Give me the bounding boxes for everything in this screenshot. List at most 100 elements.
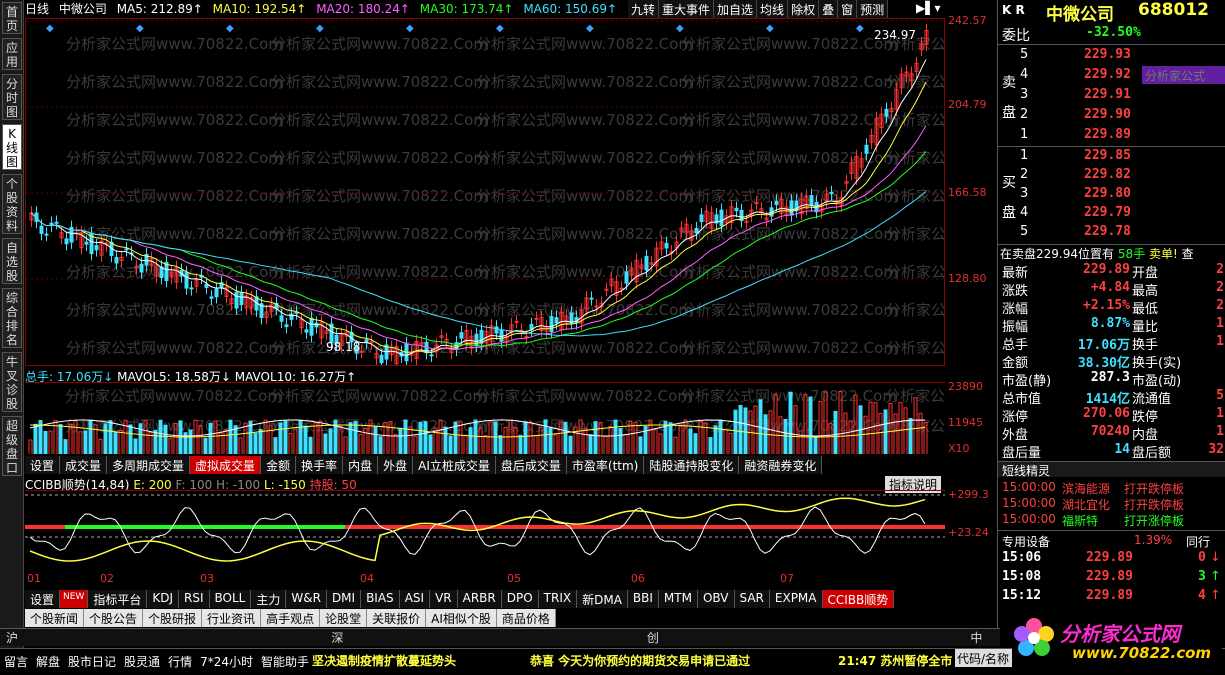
- tool-button-7[interactable]: 预测: [857, 0, 889, 18]
- tabrow2-item-2[interactable]: 指标平台: [88, 590, 148, 608]
- tabrow2-item-3[interactable]: KDJ: [147, 590, 180, 608]
- volume-bar: [158, 419, 163, 454]
- peer-button[interactable]: 同行: [1186, 533, 1210, 550]
- tabrow2-item-13[interactable]: DPO: [501, 590, 539, 608]
- status-item-0[interactable]: 留言: [0, 653, 32, 670]
- left-tab-8[interactable]: 超级盘口: [2, 416, 22, 476]
- tool-button-4[interactable]: 除权: [788, 0, 820, 18]
- code-search-input[interactable]: 代码/名称: [955, 649, 1015, 667]
- tabrow2-item-4[interactable]: RSI: [179, 590, 210, 608]
- notice-ticker[interactable]: 恭喜 今天为你预约的期货交易申请已通过: [530, 652, 750, 669]
- tabrow2-item-11[interactable]: VR: [430, 590, 458, 608]
- index-cy[interactable]: 创: [641, 629, 964, 646]
- tabrow3-item-5[interactable]: 论股堂: [320, 609, 368, 627]
- index-sh[interactable]: 沪: [0, 629, 325, 646]
- period-label[interactable]: 日线: [25, 2, 49, 16]
- tabrow2-item-17[interactable]: MTM: [658, 590, 698, 608]
- volume-chart[interactable]: 分析家公式网www.70822.Com分析家公式网www.70822.Com分析…: [25, 382, 945, 454]
- sell-row[interactable]: 4 229.92 分析家公式: [1020, 66, 1225, 86]
- index-sz[interactable]: 深: [325, 629, 641, 646]
- left-tab-6[interactable]: 综合排名: [2, 288, 22, 348]
- tabrow2-item-9[interactable]: BIAS: [361, 590, 400, 608]
- tabrow1-item-10[interactable]: 市盈率(ttm): [566, 456, 645, 474]
- tabrow1-item-9[interactable]: 盘后成交量: [495, 456, 567, 474]
- tool-button-5[interactable]: 叠: [819, 0, 839, 18]
- tabrow3-item-2[interactable]: 个股研报: [143, 609, 203, 627]
- news-ticker[interactable]: 坚决遏制疫情扩散蔓延势头: [312, 652, 456, 669]
- buy-row[interactable]: 5 229.78: [1020, 223, 1225, 243]
- tabrow3-item-0[interactable]: 个股新闻: [25, 609, 85, 627]
- tabrow1-item-12[interactable]: 融资融券变化: [739, 456, 823, 474]
- tabrow1-item-1[interactable]: 成交量: [60, 456, 108, 474]
- status-item-5[interactable]: 7*24小时: [196, 653, 257, 670]
- kline-chart[interactable]: 分析家公式网www.70822.Com分析家公式网www.70822.Com分析…: [25, 18, 945, 366]
- tabrow1-item-3[interactable]: 虚拟成交量: [190, 456, 262, 474]
- tabrow3-item-8[interactable]: 商品价格: [496, 609, 556, 627]
- volume-bar: [298, 419, 303, 454]
- buy-row[interactable]: 4 229.79: [1020, 204, 1225, 224]
- left-tab-3[interactable]: K线图: [2, 124, 22, 170]
- tabrow2-item-6[interactable]: 主力: [251, 590, 287, 608]
- tabrow2-item-20[interactable]: EXPMA: [769, 590, 823, 608]
- candle-body: [279, 315, 284, 322]
- tabrow2-item-7[interactable]: W&R: [286, 590, 327, 608]
- buy-row[interactable]: 3 229.80: [1020, 185, 1225, 205]
- tabrow2-item-16[interactable]: BBI: [627, 590, 659, 608]
- sell-row[interactable]: 2 229.90: [1020, 106, 1225, 126]
- tabrow3-item-3[interactable]: 行业资讯: [202, 609, 262, 627]
- tabrow3-item-1[interactable]: 个股公告: [84, 609, 144, 627]
- tabrow2-item-14[interactable]: TRIX: [538, 590, 578, 608]
- tabrow2-item-0[interactable]: 设置: [25, 590, 61, 608]
- tabrow2-item-19[interactable]: SAR: [734, 590, 770, 608]
- status-item-2[interactable]: 股市日记: [64, 653, 120, 670]
- left-tab-5[interactable]: 自选股: [2, 238, 22, 284]
- short-title[interactable]: 短线精灵: [1002, 464, 1050, 478]
- index-zx[interactable]: 中小: [964, 629, 1000, 662]
- tabrow2-item-5[interactable]: BOLL: [209, 590, 252, 608]
- tabrow1-item-4[interactable]: 金额: [261, 456, 297, 474]
- tabrow2-item-21[interactable]: CCIBB顺势: [822, 590, 895, 608]
- tool-button-2[interactable]: 加自选: [714, 0, 758, 18]
- tool-button-1[interactable]: 重大事件: [659, 0, 715, 18]
- buy-row[interactable]: 2 229.82: [1020, 166, 1225, 186]
- tabrow3-item-7[interactable]: AI相似个股: [426, 609, 497, 627]
- candle-body: [624, 271, 629, 284]
- tabrow2-item-8[interactable]: DMI: [326, 590, 362, 608]
- status-item-1[interactable]: 解盘: [32, 653, 64, 670]
- left-tab-2[interactable]: 分时图: [2, 74, 22, 120]
- tabrow3-item-6[interactable]: 关联报价: [367, 609, 427, 627]
- tabrow2-item-18[interactable]: OBV: [697, 590, 735, 608]
- left-tab-4[interactable]: 个股资料: [2, 174, 22, 234]
- tabrow1-item-6[interactable]: 内盘: [343, 456, 379, 474]
- tabrow1-item-8[interactable]: AI立桩成交量: [413, 456, 496, 474]
- tabrow2-item-15[interactable]: 新DMA: [577, 590, 628, 608]
- sell-row[interactable]: 1 229.89: [1020, 126, 1225, 146]
- y-label: 204.79: [948, 98, 987, 111]
- buy-row[interactable]: 1 229.85: [1020, 147, 1225, 167]
- tabrow1-item-11[interactable]: 陆股通持股变化: [644, 456, 740, 474]
- nav-arrows-icon[interactable]: ▶▌▾: [916, 1, 940, 15]
- cci-chart[interactable]: [25, 490, 945, 570]
- tabrow2-item-10[interactable]: ASI: [399, 590, 431, 608]
- tool-button-3[interactable]: 均线: [757, 0, 789, 18]
- tabrow1-item-2[interactable]: 多周期成交量: [107, 456, 191, 474]
- status-item-3[interactable]: 股灵通: [120, 653, 164, 670]
- short-signal-row[interactable]: 15:00:00 福斯特 打开涨停板: [998, 512, 1225, 532]
- left-tab-0[interactable]: 首页: [2, 2, 22, 34]
- tabrow2-item-1[interactable]: NEW: [60, 590, 89, 608]
- tabrow1-item-7[interactable]: 外盘: [378, 456, 414, 474]
- tabrow1-item-0[interactable]: 设置: [25, 456, 61, 474]
- sector-name[interactable]: 专用设备: [1002, 533, 1050, 550]
- left-tab-7[interactable]: 牛叉诊股: [2, 352, 22, 412]
- left-tab-1[interactable]: 应用: [2, 38, 22, 70]
- tabrow3-item-4[interactable]: 高手观点: [261, 609, 321, 627]
- order-alert[interactable]: 在卖盘229.94位置有 58手 卖单! 查: [1000, 245, 1194, 262]
- status-item-6[interactable]: 智能助手: [257, 653, 313, 670]
- sell-row[interactable]: 5 229.93: [1020, 46, 1225, 66]
- sell-row[interactable]: 3 229.91: [1020, 86, 1225, 106]
- tabrow2-item-12[interactable]: ARBR: [457, 590, 502, 608]
- status-item-4[interactable]: 行情: [164, 653, 196, 670]
- tabrow1-item-5[interactable]: 换手率: [296, 456, 344, 474]
- tool-button-0[interactable]: 九转: [628, 0, 660, 18]
- tool-button-6[interactable]: 窗: [838, 0, 858, 18]
